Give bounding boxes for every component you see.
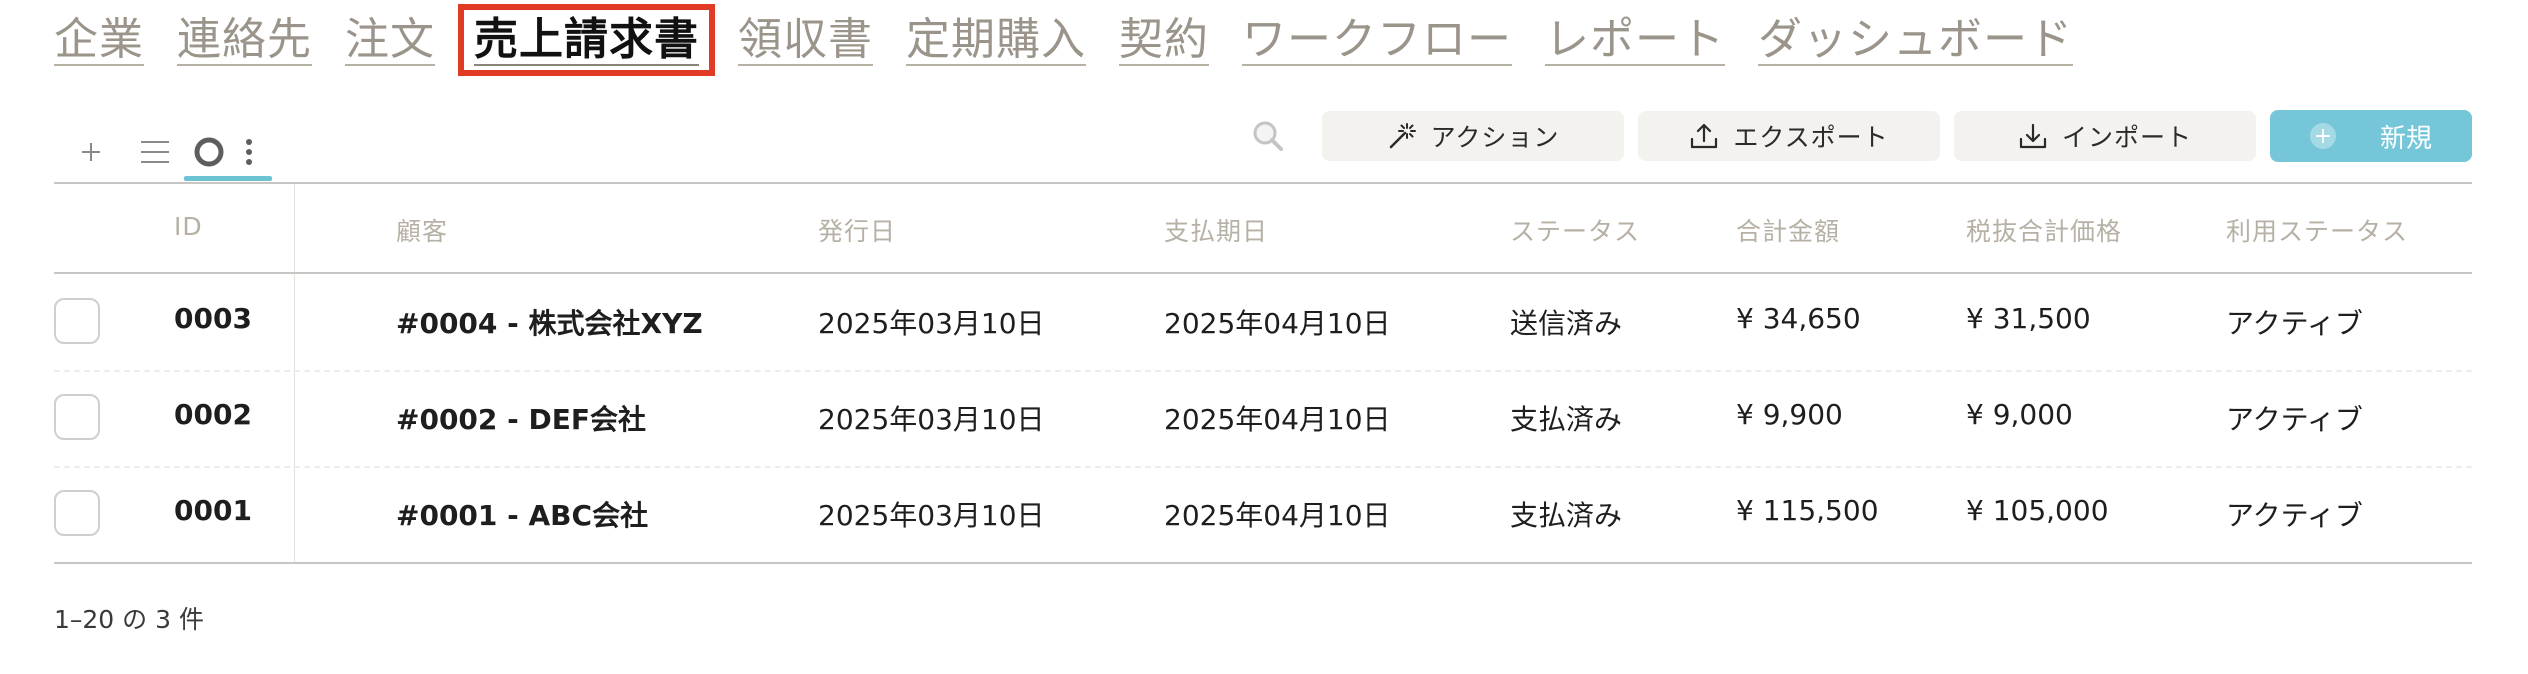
table-row[interactable]: 0001 #0001 - ABC会社 2025年03月10日 2025年04月1…: [54, 466, 2472, 562]
cell-issue-date: 2025年03月10日: [818, 403, 1045, 436]
header-status[interactable]: ステータス: [1510, 212, 1640, 248]
cell-due-date: 2025年04月10日: [1164, 403, 1391, 436]
tab-dashboards[interactable]: ダッシュボード: [1758, 10, 2073, 70]
header-issue-date[interactable]: 発行日: [818, 212, 896, 248]
view-toolbar: [66, 122, 264, 182]
header-usage-status[interactable]: 利用ステータス: [2226, 212, 2408, 248]
upload-icon: [1691, 123, 1718, 149]
tab-receipts[interactable]: 領収書: [738, 10, 873, 70]
action-toolbar: アクション エクスポート インポート + 新規: [1242, 110, 2472, 162]
more-vertical-icon[interactable]: [234, 127, 264, 177]
cell-status: 支払済み: [1510, 403, 1623, 436]
pagination-info: 1–20 の 3 件: [54, 605, 204, 634]
header-id[interactable]: ID: [174, 212, 203, 241]
cell-customer[interactable]: #0004 - 株式会社XYZ: [396, 302, 703, 342]
row-checkbox[interactable]: [54, 394, 100, 440]
cell-customer[interactable]: #0002 - DEF会社: [396, 398, 646, 438]
cell-usage-status: アクティブ: [2226, 307, 2363, 340]
cell-customer[interactable]: #0001 - ABC会社: [396, 494, 648, 534]
cell-subtotal: ¥ 9,000: [1966, 398, 2073, 431]
tab-contracts[interactable]: 契約: [1119, 10, 1209, 70]
magic-wand-icon: [1389, 123, 1416, 149]
cell-status: 支払済み: [1510, 499, 1623, 532]
export-label: エクスポート: [1733, 123, 1889, 152]
cell-total: ¥ 115,500: [1736, 494, 1879, 527]
new-button[interactable]: + 新規: [2270, 110, 2472, 162]
table-row[interactable]: 0003 #0004 - 株式会社XYZ 2025年03月10日 2025年04…: [54, 274, 2472, 370]
search-icon[interactable]: [1242, 110, 1294, 162]
header-customer[interactable]: 顧客: [396, 212, 448, 248]
header-subtotal[interactable]: 税抜合計価格: [1966, 212, 2122, 248]
plus-icon[interactable]: [66, 127, 116, 177]
cell-due-date: 2025年04月10日: [1164, 499, 1391, 532]
tab-orders[interactable]: 注文: [345, 10, 435, 70]
new-label: 新規: [2379, 123, 2432, 154]
cell-issue-date: 2025年03月10日: [818, 499, 1045, 532]
cell-id: 0001: [174, 494, 252, 527]
action-label: アクション: [1430, 123, 1560, 152]
table-top-rule: [54, 182, 2472, 184]
header-total[interactable]: 合計金額: [1736, 212, 1840, 248]
import-label: インポート: [2061, 123, 2192, 152]
cell-subtotal: ¥ 105,000: [1966, 494, 2109, 527]
header-due-date[interactable]: 支払期日: [1164, 212, 1268, 248]
table-bottom-rule: [54, 562, 2472, 564]
cell-status: 送信済み: [1510, 307, 1623, 340]
cell-total: ¥ 34,650: [1736, 302, 1861, 335]
tab-workflows[interactable]: ワークフロー: [1242, 10, 1512, 70]
import-button[interactable]: インポート: [1954, 111, 2256, 161]
table-row[interactable]: 0002 #0002 - DEF会社 2025年03月10日 2025年04月1…: [54, 370, 2472, 466]
row-checkbox[interactable]: [54, 490, 100, 536]
circle-view-icon[interactable]: [184, 127, 234, 177]
list-view-icon[interactable]: [130, 127, 180, 177]
plus-circle-icon: +: [2309, 123, 2336, 149]
tab-reports[interactable]: レポート: [1545, 10, 1725, 70]
cell-issue-date: 2025年03月10日: [818, 307, 1045, 340]
tab-contacts[interactable]: 連絡先: [177, 10, 312, 70]
download-icon: [2019, 123, 2047, 149]
cell-id: 0002: [174, 398, 252, 431]
tab-subscriptions[interactable]: 定期購入: [906, 10, 1086, 70]
cell-usage-status: アクティブ: [2226, 403, 2363, 436]
active-view-indicator: [184, 176, 272, 181]
action-button[interactable]: アクション: [1322, 111, 1624, 161]
cell-subtotal: ¥ 31,500: [1966, 302, 2091, 335]
row-checkbox[interactable]: [54, 298, 100, 344]
tab-sales-invoices[interactable]: 売上請求書: [458, 4, 715, 76]
cell-id: 0003: [174, 302, 252, 335]
tab-companies[interactable]: 企業: [54, 10, 144, 70]
cell-usage-status: アクティブ: [2226, 499, 2363, 532]
export-button[interactable]: エクスポート: [1638, 111, 1940, 161]
main-nav-tabs: 企業 連絡先 注文 売上請求書 領収書 定期購入 契約 ワークフロー レポート …: [54, 4, 2106, 80]
cell-due-date: 2025年04月10日: [1164, 307, 1391, 340]
cell-total: ¥ 9,900: [1736, 398, 1843, 431]
